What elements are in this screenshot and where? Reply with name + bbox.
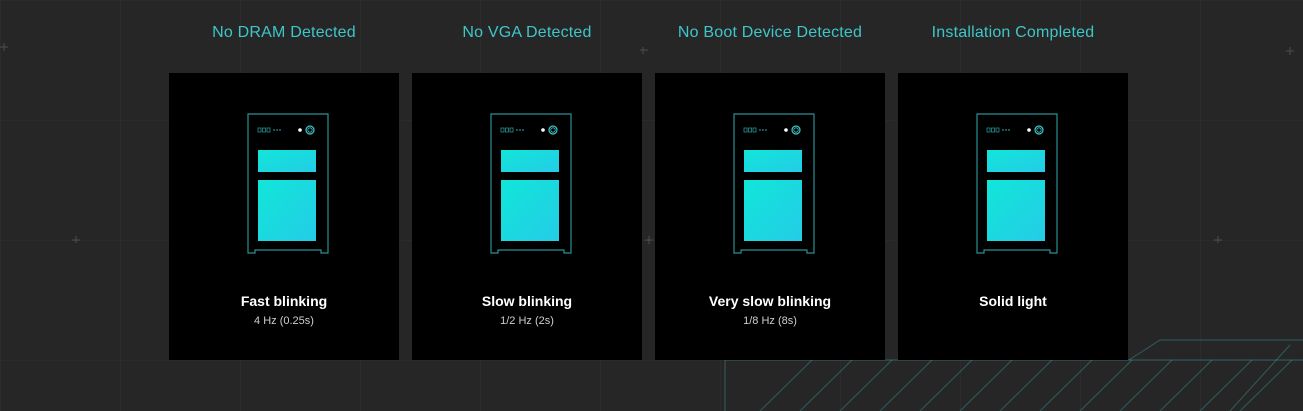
status-card: Fast blinking 4 Hz (0.25s) <box>169 73 399 360</box>
status-title: No VGA Detected <box>462 24 592 41</box>
led-status-page: { "colors": { "accent": "#3ec6c9", "back… <box>0 0 1303 411</box>
pc-tower-icon <box>247 113 329 254</box>
blink-mode-label: Very slow blinking <box>708 293 832 309</box>
status-title: No Boot Device Detected <box>677 24 863 41</box>
pc-tower-icon <box>490 113 572 254</box>
status-card: Slow blinking 1/2 Hz (2s) <box>412 73 642 360</box>
blink-frequency: 4 Hz (0.25s) <box>254 315 314 327</box>
blink-mode-label: Slow blinking <box>481 293 573 309</box>
blink-mode-label: Fast blinking <box>240 293 328 309</box>
status-title: Installation Completed <box>931 24 1095 41</box>
blink-frequency: 1/8 Hz (8s) <box>743 315 797 327</box>
pc-tower-icon <box>733 113 815 254</box>
status-title: No DRAM Detected <box>212 24 356 41</box>
blink-mode-label: Solid light <box>979 293 1047 309</box>
pc-tower-icon <box>976 113 1058 254</box>
status-card: Very slow blinking 1/8 Hz (8s) <box>655 73 885 360</box>
blink-frequency: 1/2 Hz (2s) <box>500 315 554 327</box>
status-card: Solid light <box>898 73 1128 360</box>
